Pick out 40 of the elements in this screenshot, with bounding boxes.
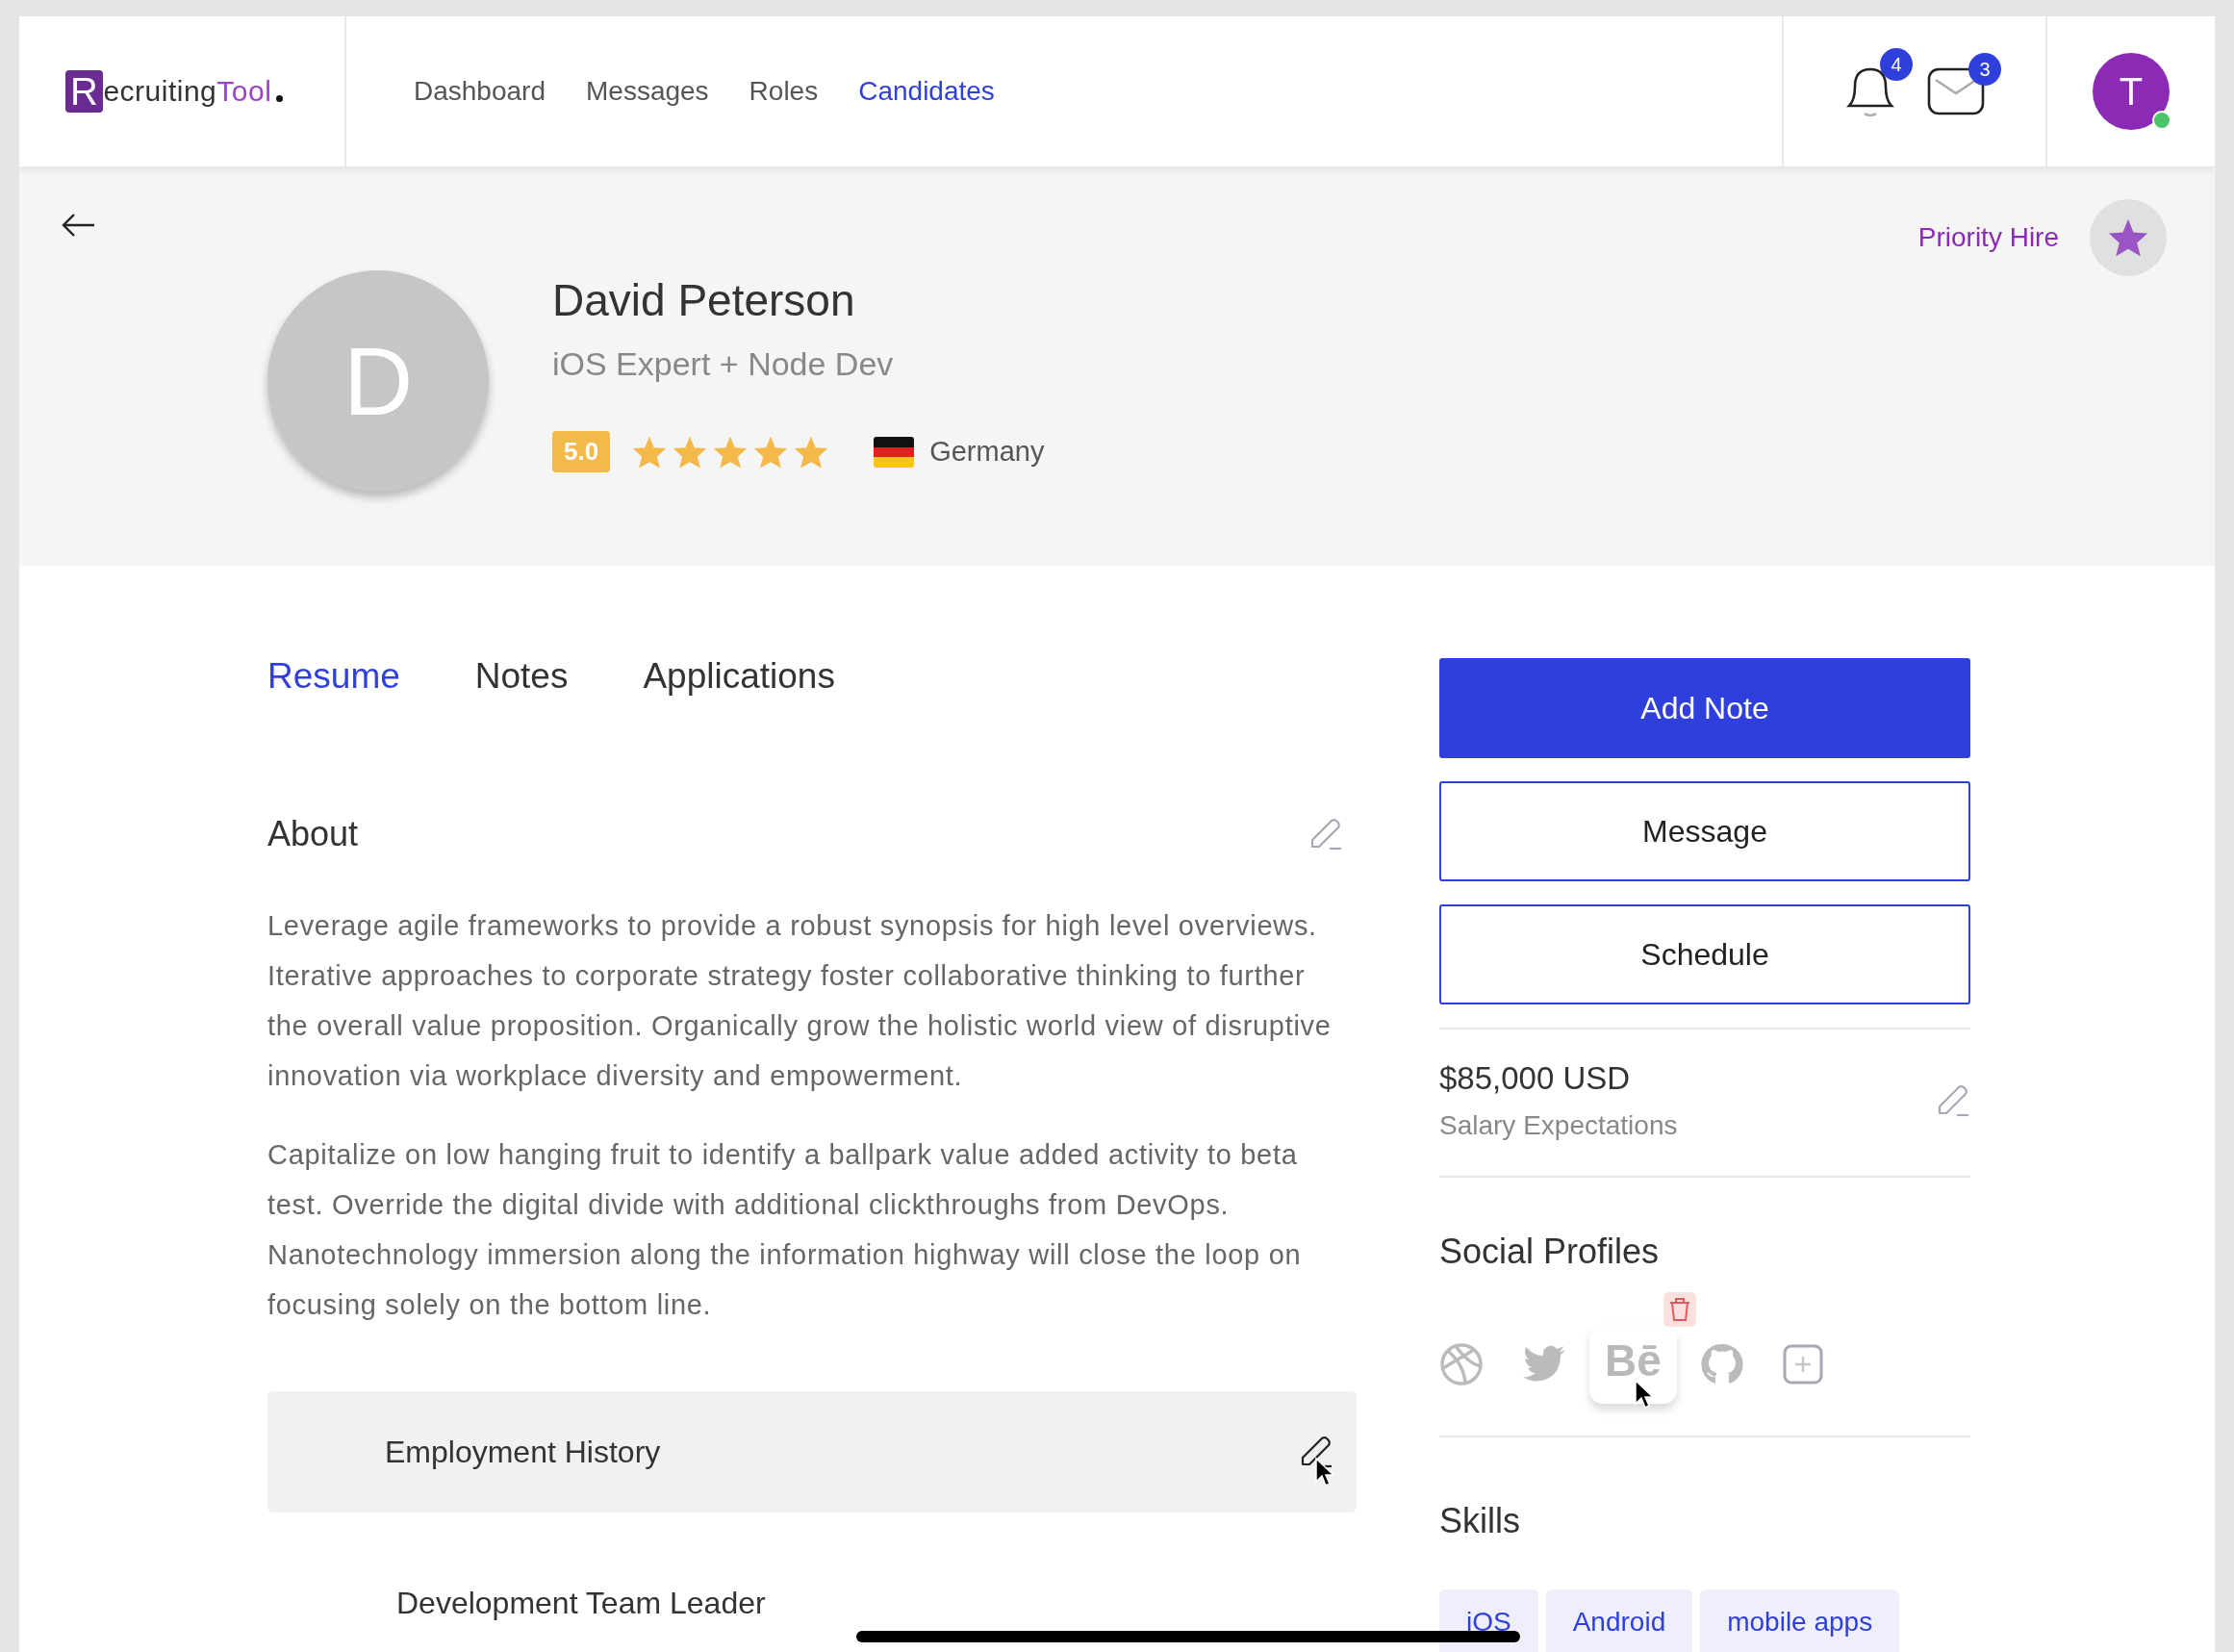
- ball-icon[interactable]: [1439, 1342, 1484, 1386]
- star-icon[interactable]: [2107, 217, 2149, 258]
- add-icon[interactable]: [1782, 1344, 1823, 1385]
- candidate-name: David Peterson: [552, 274, 856, 326]
- section-heading: Social Profiles: [1439, 1232, 1661, 1272]
- cursor-icon: [1314, 1457, 1335, 1487]
- section-heading: Employment History: [385, 1434, 661, 1470]
- nav-link[interactable]: Roles: [749, 76, 819, 107]
- back-arrow-icon[interactable]: [62, 213, 96, 238]
- bird-icon[interactable]: [1522, 1345, 1566, 1384]
- country: Germany: [929, 436, 1045, 468]
- nav-link[interactable]: Messages: [586, 76, 709, 107]
- about-paragraph: Capitalize on low hanging fruit to identify a ballpark value added activity to beta test. Override the digital divide with additional clickthroughs from DevOps. Nanotechnology immersion along the information highway will close the loop on focusing solely on the bottom line.: [267, 1138, 1303, 1322]
- rating-score: 5.0: [552, 431, 611, 472]
- section-heading: About: [267, 814, 359, 854]
- skill-tag: mobile apps: [1700, 1589, 1900, 1652]
- cat-icon[interactable]: [1699, 1342, 1744, 1386]
- tab[interactable]: Resume: [267, 656, 400, 697]
- skill-tag: Android: [1545, 1589, 1693, 1652]
- notification-badge: 4: [1880, 48, 1913, 81]
- candidate-avatar: D: [267, 270, 489, 492]
- candidate-title: iOS Expert + Node Dev: [552, 345, 895, 383]
- message-badge: 3: [1968, 53, 2001, 86]
- job-role: Development Team Leader: [396, 1586, 767, 1621]
- action-button[interactable]: Schedule: [1439, 904, 1970, 1004]
- action-button[interactable]: Message: [1439, 781, 1970, 881]
- user-avatar[interactable]: T: [2093, 53, 2170, 130]
- nav-link[interactable]: Candidates: [858, 76, 995, 107]
- salary-value: $85,000 USD: [1439, 1060, 1632, 1097]
- about-paragraph: Leverage agile frameworks to provide a robust synopsis for high level overviews. Iterative approaches to corporate strategy foster collaborative thinking to further the overall value proposition. Organically grow the holistic world view of disruptive innovation via workplace diversity and empowerment.: [267, 909, 1333, 1093]
- flag-icon: [874, 436, 915, 468]
- tab[interactable]: Notes: [474, 656, 569, 697]
- logo[interactable]: R ecruitingTool: [65, 70, 284, 113]
- salary-label: Salary Expectations: [1439, 1110, 1678, 1141]
- edit-icon[interactable]: [1299, 1435, 1333, 1469]
- priority-hire-link[interactable]: Priority Hire: [1917, 222, 2059, 253]
- tab[interactable]: Applications: [643, 656, 835, 697]
- section-heading: Skills: [1439, 1501, 1521, 1541]
- nav-link[interactable]: Dashboard: [414, 76, 546, 107]
- action-button[interactable]: Add Note: [1439, 658, 1970, 758]
